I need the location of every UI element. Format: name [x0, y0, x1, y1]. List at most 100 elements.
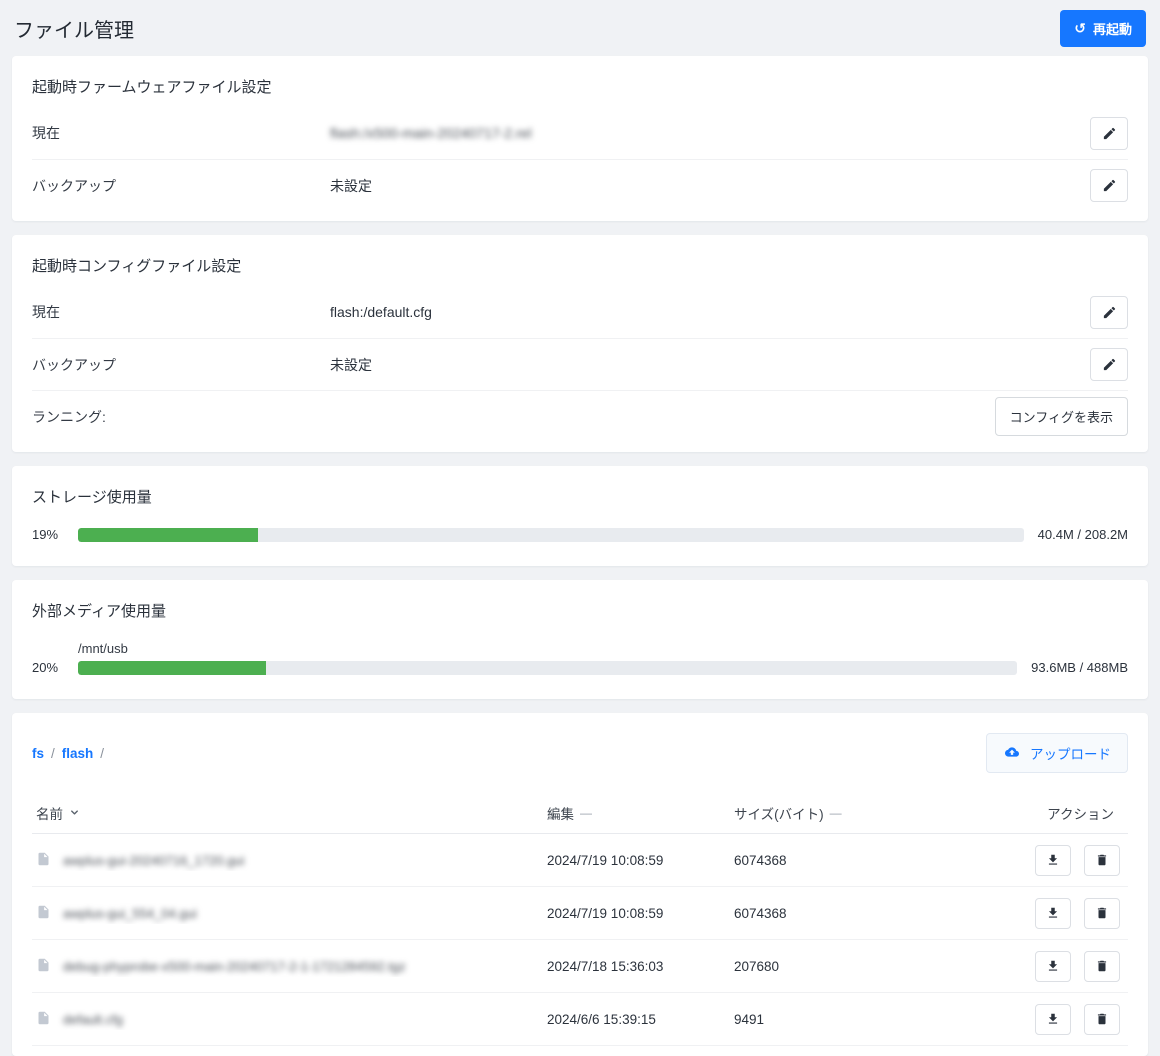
- download-icon: [1046, 853, 1060, 867]
- download-button[interactable]: [1035, 951, 1071, 982]
- breadcrumb-separator: /: [51, 746, 55, 761]
- storage-usage-value: 40.4M / 208.2M: [1038, 527, 1128, 542]
- config-current-label: 現在: [32, 302, 330, 322]
- file-size: 207680: [734, 959, 984, 974]
- external-percent-label: 20%: [32, 660, 64, 675]
- table-row: awplus-gui-20240716_1720.gui 2024/7/19 1…: [32, 834, 1128, 887]
- sort-none-icon: —: [830, 806, 842, 820]
- config-running-row: ランニング: コンフィグを表示: [32, 390, 1128, 442]
- breadcrumb-fs-link[interactable]: fs: [32, 746, 44, 761]
- config-backup-row: バックアップ 未設定: [32, 338, 1128, 390]
- config-card-title: 起動時コンフィグファイル設定: [32, 249, 1128, 286]
- breadcrumb-flash-link[interactable]: flash: [62, 746, 94, 761]
- trash-icon: [1095, 959, 1109, 973]
- storage-usage-card: ストレージ使用量 19% 40.4M / 208.2M: [12, 466, 1148, 566]
- edit-firmware-backup-button[interactable]: [1090, 169, 1128, 202]
- edit-config-current-button[interactable]: [1090, 296, 1128, 329]
- topbar: ファイル管理 ↺ 再起動: [0, 0, 1160, 56]
- firmware-current-label: 現在: [32, 123, 330, 143]
- delete-button[interactable]: [1084, 951, 1120, 982]
- edit-config-backup-button[interactable]: [1090, 348, 1128, 381]
- config-backup-value: 未設定: [330, 355, 1090, 375]
- firmware-current-row: 現在 flash:/x500-main-20240717-2.rel: [32, 107, 1128, 159]
- storage-progress-row: 19% 40.4M / 208.2M: [32, 517, 1128, 556]
- storage-card-title: ストレージ使用量: [32, 480, 1128, 517]
- edit-firmware-current-button[interactable]: [1090, 117, 1128, 150]
- firmware-backup-row: バックアップ 未設定: [32, 159, 1128, 211]
- file-name[interactable]: awplus-gui-20240716_1720.gui: [63, 853, 244, 868]
- external-media-card: 外部メディア使用量 /mnt/usb 20% 93.6MB / 488MB: [12, 580, 1148, 699]
- table-row: default.cfg 2024/6/6 15:39:15 9491: [32, 993, 1128, 1046]
- download-button[interactable]: [1035, 1004, 1071, 1035]
- config-current-row: 現在 flash:/default.cfg: [32, 286, 1128, 338]
- download-icon: [1046, 906, 1060, 920]
- file-modified: 2024/7/19 10:08:59: [547, 906, 734, 921]
- delete-button[interactable]: [1084, 1004, 1120, 1035]
- config-backup-label: バックアップ: [32, 355, 330, 375]
- show-config-button[interactable]: コンフィグを表示: [995, 397, 1128, 436]
- upload-button-label: アップロード: [1030, 743, 1111, 763]
- external-progress-row: 20% 93.6MB / 488MB: [32, 658, 1128, 689]
- restart-button-label: 再起動: [1093, 19, 1132, 38]
- file-icon: [36, 956, 51, 977]
- external-usage-value: 93.6MB / 488MB: [1031, 660, 1128, 675]
- config-running-label: ランニング:: [32, 407, 330, 427]
- column-header-size[interactable]: サイズ(バイト) —: [734, 803, 984, 823]
- chevron-down-icon: [69, 806, 80, 821]
- restart-icon: ↺: [1074, 21, 1086, 35]
- download-button[interactable]: [1035, 845, 1071, 876]
- pencil-icon: [1102, 357, 1117, 372]
- firmware-backup-label: バックアップ: [32, 176, 330, 196]
- sort-none-icon: —: [580, 806, 592, 820]
- download-icon: [1046, 959, 1060, 973]
- file-name[interactable]: debug-phyprobe-x500-main-20240717-2-1-17…: [63, 959, 406, 974]
- download-button[interactable]: [1035, 898, 1071, 929]
- config-settings-card: 起動時コンフィグファイル設定 現在 flash:/default.cfg バック…: [12, 235, 1148, 452]
- file-icon: [36, 903, 51, 924]
- upload-button[interactable]: アップロード: [986, 733, 1128, 773]
- cloud-upload-icon: [1003, 745, 1021, 762]
- trash-icon: [1095, 1012, 1109, 1026]
- breadcrumb: fs / flash /: [32, 746, 104, 761]
- table-row: awplus-gui_554_04.gui 2024/7/19 10:08:59…: [32, 887, 1128, 940]
- external-progress-bar: [78, 661, 1017, 675]
- file-icon: [36, 1009, 51, 1030]
- file-table-header: 名前 編集 — サイズ(バイト) — アクション: [32, 793, 1128, 834]
- firmware-settings-card: 起動時ファームウェアファイル設定 現在 flash:/x500-main-202…: [12, 56, 1148, 221]
- breadcrumb-separator: /: [100, 746, 104, 761]
- delete-button[interactable]: [1084, 898, 1120, 929]
- column-header-modified[interactable]: 編集 —: [547, 803, 734, 823]
- file-table: 名前 編集 — サイズ(バイト) — アクション: [32, 793, 1128, 1046]
- table-row: debug-phyprobe-x500-main-20240717-2-1-17…: [32, 940, 1128, 993]
- config-current-value: flash:/default.cfg: [330, 304, 1090, 320]
- file-modified: 2024/7/18 15:36:03: [547, 959, 734, 974]
- external-progress-fill: [78, 661, 266, 675]
- download-icon: [1046, 1012, 1060, 1026]
- storage-progress-fill: [78, 528, 258, 542]
- trash-icon: [1095, 853, 1109, 867]
- column-header-actions: アクション: [984, 803, 1124, 823]
- mount-point-label: /mnt/usb: [78, 641, 1128, 656]
- firmware-current-value: flash:/x500-main-20240717-2.rel: [330, 125, 1090, 141]
- restart-button[interactable]: ↺ 再起動: [1060, 10, 1146, 47]
- delete-button[interactable]: [1084, 845, 1120, 876]
- storage-progress-bar: [78, 528, 1024, 542]
- page-title: ファイル管理: [14, 14, 134, 43]
- pencil-icon: [1102, 305, 1117, 320]
- firmware-backup-value: 未設定: [330, 176, 1090, 196]
- external-card-title: 外部メディア使用量: [32, 594, 1128, 631]
- file-modified: 2024/7/19 10:08:59: [547, 853, 734, 868]
- file-size: 6074368: [734, 906, 984, 921]
- file-name[interactable]: default.cfg: [63, 1012, 123, 1027]
- file-name[interactable]: awplus-gui_554_04.gui: [63, 906, 197, 921]
- file-size: 9491: [734, 1012, 984, 1027]
- file-modified: 2024/6/6 15:39:15: [547, 1012, 734, 1027]
- file-browser-card: fs / flash / アップロード 名前 編集 — サイ: [12, 713, 1148, 1056]
- file-browser-header: fs / flash / アップロード: [32, 727, 1128, 785]
- column-header-name[interactable]: 名前: [36, 803, 547, 823]
- pencil-icon: [1102, 126, 1117, 141]
- storage-percent-label: 19%: [32, 527, 64, 542]
- firmware-card-title: 起動時ファームウェアファイル設定: [32, 70, 1128, 107]
- file-icon: [36, 850, 51, 871]
- file-size: 6074368: [734, 853, 984, 868]
